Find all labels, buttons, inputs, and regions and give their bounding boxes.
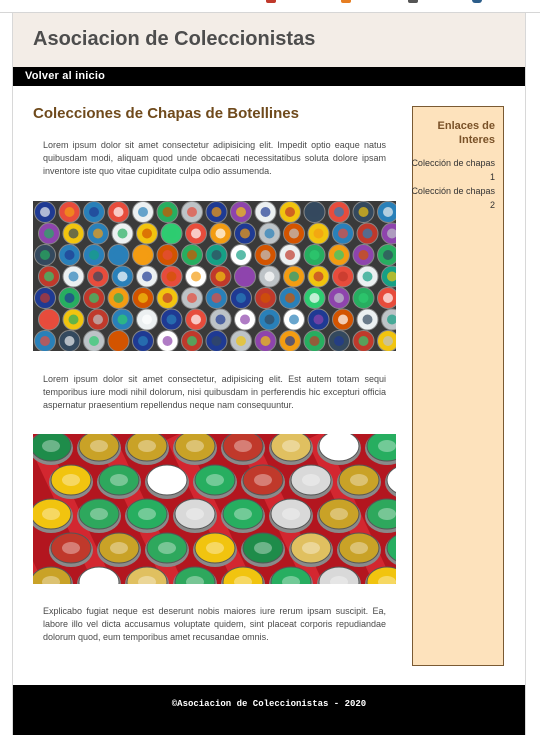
main-content: Colecciones de Chapas de Botellines Lore… [33,105,396,642]
home-link[interactable]: Volver al inicio [25,70,105,82]
browser-top-strip [0,0,540,13]
sidebar-heading: Enlaces de Interes [437,120,495,146]
sidebar-links: Enlaces de Interes Colección de chapas 1… [411,106,504,666]
site-title: Asociacion de Coleccionistas [33,28,316,50]
site-footer: ©Asociacion de Coleccionistas - 2020 [13,685,525,735]
sidebar-link-list: Colección de chapas 1 Colección de chapa… [411,156,495,212]
nav-bar: Volver al inicio [13,67,525,86]
bottle-caps-grid-image [33,201,396,351]
sidebar-link-chapas-2[interactable]: Colección de chapas 2 [411,184,495,212]
bookmark-icon[interactable] [266,0,276,3]
page-heading: Colecciones de Chapas de Botellines [33,105,299,122]
site-header: Asociacion de Coleccionistas [13,13,525,67]
paragraph-1: Lorem ipsum dolor sit amet consectetur a… [43,140,386,176]
bookmark-icon[interactable] [408,0,418,3]
bottle-caps-tray-photo [33,434,396,584]
footer-copyright: ©Asociacion de Coleccionistas - 2020 [171,699,367,709]
sidebar-link-chapas-1[interactable]: Colección de chapas 1 [411,156,495,184]
bottle-caps-tray-image [33,434,396,584]
bookmark-icon[interactable] [341,0,351,3]
page-container: Asociacion de Coleccionistas Volver al i… [12,13,526,735]
paragraph-2: Lorem ipsum dolor sit amet consectetur, … [43,374,386,410]
bottle-caps-grid-photo [33,201,396,351]
bookmark-icon[interactable] [472,0,482,3]
paragraph-3: Explicabo fugiat neque est deserunt nobi… [43,606,386,642]
